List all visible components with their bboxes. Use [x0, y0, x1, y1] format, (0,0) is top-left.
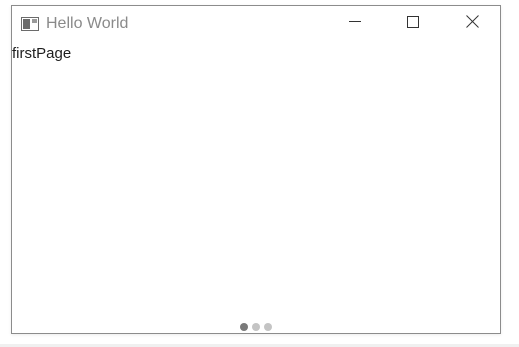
- page-indicator: [240, 323, 272, 331]
- app-window-icon: [21, 17, 39, 31]
- app-window: Hello World firstPage: [11, 5, 501, 334]
- maximize-icon: [407, 15, 419, 33]
- minimize-icon: [349, 15, 361, 33]
- page-dot-2[interactable]: [252, 323, 260, 331]
- close-button[interactable]: [449, 6, 495, 42]
- desktop: Hello World firstPage: [0, 0, 519, 347]
- page-content: firstPage: [12, 42, 500, 333]
- page-label: firstPage: [12, 45, 72, 62]
- window-title: Hello World: [46, 15, 129, 32]
- maximize-button[interactable]: [390, 6, 436, 42]
- page-dot-3[interactable]: [264, 323, 272, 331]
- title-bar[interactable]: Hello World: [12, 6, 500, 42]
- minimize-button[interactable]: [332, 6, 378, 42]
- close-icon: [465, 15, 479, 33]
- page-dot-1[interactable]: [240, 323, 248, 331]
